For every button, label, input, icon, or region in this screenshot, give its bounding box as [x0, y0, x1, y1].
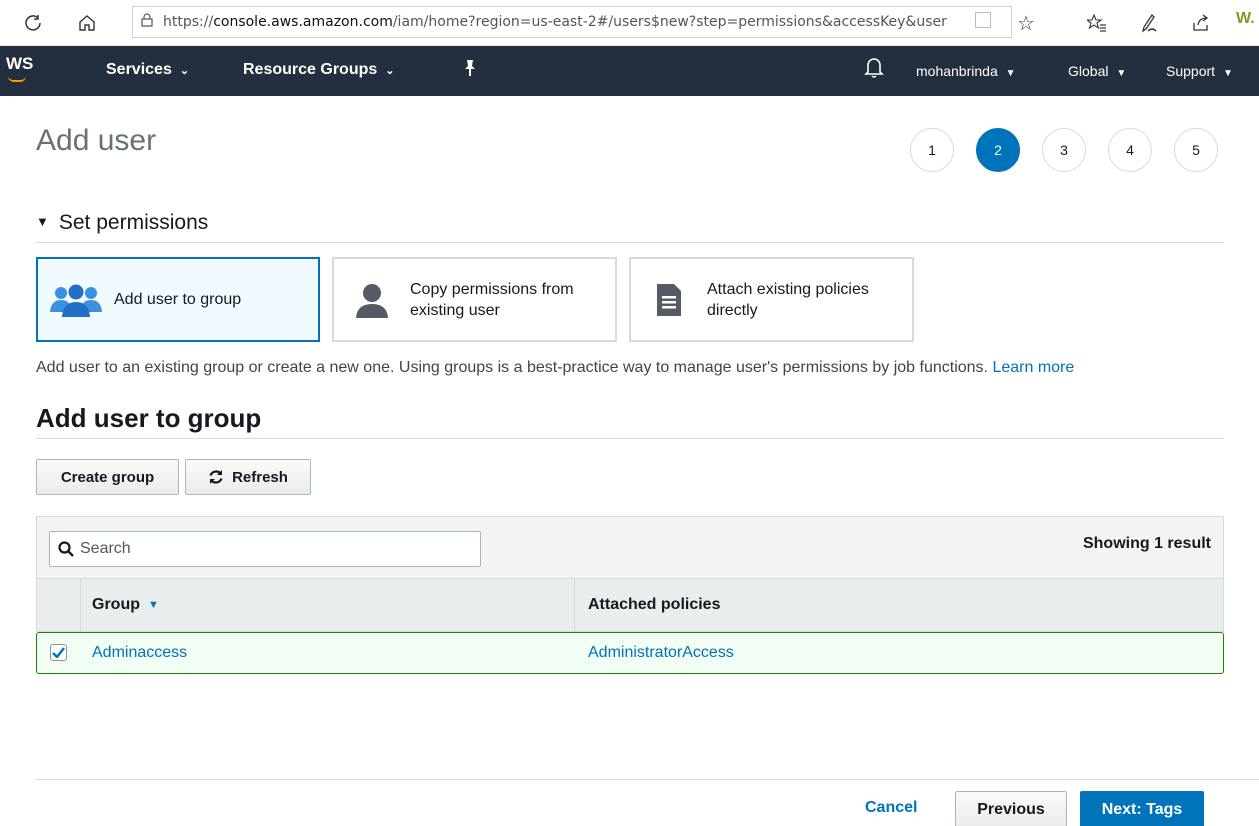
aws-logo[interactable]: WS: [6, 54, 33, 74]
help-text: Add user to an existing group or create …: [36, 359, 1074, 377]
aws-logo-smile: [8, 76, 26, 82]
bell-icon[interactable]: [864, 56, 886, 80]
lock-icon: [141, 13, 153, 31]
option-label-line2: directly: [707, 301, 758, 319]
favorites-list-icon[interactable]: [1082, 8, 1112, 38]
result-count: Showing 1 result: [1082, 535, 1211, 552]
option-label: Attach existing policies directly: [707, 279, 869, 321]
policy-link[interactable]: AdministratorAccess: [588, 644, 734, 662]
add-to-group-heading: Add user to group: [36, 403, 262, 433]
extension-badge[interactable]: W.: [1236, 10, 1255, 28]
divider: [36, 242, 1224, 243]
column-separator: [80, 579, 81, 631]
caret-down-icon: ▼: [1005, 68, 1016, 79]
table-toolbar: Showing 1 result: [36, 516, 1224, 579]
search-input[interactable]: [80, 540, 460, 558]
browser-toolbar: https://console.aws.amazon.com/iam/home?…: [0, 0, 1259, 46]
set-permissions-toggle[interactable]: ▼ Set permissions: [36, 211, 208, 235]
wizard-steps: 1 2 3 4 5: [910, 128, 1218, 172]
account-label: mohanbrinda: [916, 63, 998, 79]
reload-icon[interactable]: [18, 8, 48, 38]
column-separator: [574, 579, 575, 631]
option-label: Copy permissions from existing user: [410, 279, 574, 321]
option-label-line1: Attach existing policies: [707, 280, 869, 298]
divider: [36, 438, 1224, 439]
set-permissions-heading: Set permissions: [58, 211, 209, 234]
home-icon[interactable]: [72, 8, 102, 38]
option-add-to-group[interactable]: Add user to group: [36, 257, 320, 342]
support-label: Support: [1166, 63, 1216, 79]
services-menu[interactable]: Services ⌄: [106, 61, 189, 79]
previous-button[interactable]: Previous: [955, 791, 1067, 826]
refresh-icon: [208, 469, 224, 485]
caret-down-icon: ▼: [36, 214, 49, 229]
caret-down-icon: ▼: [1116, 68, 1127, 79]
search-box[interactable]: [49, 531, 481, 567]
account-menu[interactable]: mohanbrinda ▼: [916, 63, 1016, 79]
support-menu[interactable]: Support ▼: [1166, 63, 1233, 79]
step-3[interactable]: 3: [1042, 128, 1086, 172]
caret-down-icon: ▼: [1222, 68, 1233, 79]
step-5[interactable]: 5: [1174, 128, 1218, 172]
option-label-line1: Copy permissions from: [410, 280, 574, 298]
groups-table: Showing 1 result Group ▼ Attached policie…: [36, 516, 1224, 674]
column-header-group-label: Group: [92, 596, 140, 613]
favorite-star-icon[interactable]: ☆: [1011, 8, 1041, 38]
document-icon: [631, 275, 707, 325]
services-label: Services: [106, 61, 172, 78]
pin-icon[interactable]: [462, 59, 478, 82]
share-icon[interactable]: [1186, 8, 1216, 38]
step-4[interactable]: 4: [1108, 128, 1152, 172]
table-row[interactable]: Adminaccess AdministratorAccess: [36, 632, 1224, 674]
cancel-button[interactable]: Cancel: [865, 799, 917, 817]
row-checkbox[interactable]: [50, 644, 67, 661]
pen-icon[interactable]: [1134, 8, 1164, 38]
refresh-label: Refresh: [232, 468, 288, 486]
reading-view-icon[interactable]: [975, 12, 991, 28]
next-tags-button[interactable]: Next: Tags: [1080, 791, 1204, 826]
option-attach-policies[interactable]: Attach existing policies directly: [629, 257, 914, 342]
url-path: /iam/home?region=us-east-2#/users$new?st…: [392, 14, 947, 30]
url-domain: console.aws.amazon.com: [213, 14, 393, 30]
learn-more-link[interactable]: Learn more: [992, 359, 1074, 376]
users-group-icon: [38, 275, 114, 325]
resource-groups-label: Resource Groups: [243, 61, 378, 78]
footer-divider: [36, 779, 1259, 780]
step-1[interactable]: 1: [910, 128, 954, 172]
option-copy-permissions[interactable]: Copy permissions from existing user: [332, 257, 617, 342]
resource-groups-menu[interactable]: Resource Groups ⌄: [243, 61, 394, 79]
chevron-down-icon: ⌄: [179, 65, 190, 77]
aws-navbar: WS Services ⌄ Resource Groups ⌄ mohanbrind…: [0, 46, 1259, 96]
table-header: Group ▼ Attached policies: [36, 579, 1224, 632]
chevron-down-icon: ⌄: [385, 65, 395, 77]
option-label: Add user to group: [114, 291, 242, 308]
checkmark-icon: [52, 647, 65, 658]
group-name-link[interactable]: Adminaccess: [92, 644, 187, 662]
refresh-button[interactable]: Refresh: [185, 459, 311, 495]
sort-caret-icon: ▼: [148, 599, 159, 611]
help-text-body: Add user to an existing group or create …: [36, 359, 988, 376]
column-header-group[interactable]: Group ▼: [92, 579, 159, 631]
region-label: Global: [1068, 63, 1109, 79]
column-header-policies: Attached policies: [588, 596, 721, 613]
search-icon: [58, 541, 74, 557]
create-group-button[interactable]: Create group: [36, 459, 179, 495]
step-2[interactable]: 2: [976, 128, 1020, 172]
page-title: Add user: [36, 124, 157, 157]
url-prefix: https://: [163, 14, 214, 30]
option-label-line2: existing user: [410, 301, 500, 319]
region-menu[interactable]: Global ▼: [1068, 63, 1126, 79]
url-text: https://console.aws.amazon.com/iam/home?…: [163, 14, 947, 30]
user-icon: [334, 275, 410, 325]
address-bar[interactable]: https://console.aws.amazon.com/iam/home?…: [132, 6, 1012, 38]
